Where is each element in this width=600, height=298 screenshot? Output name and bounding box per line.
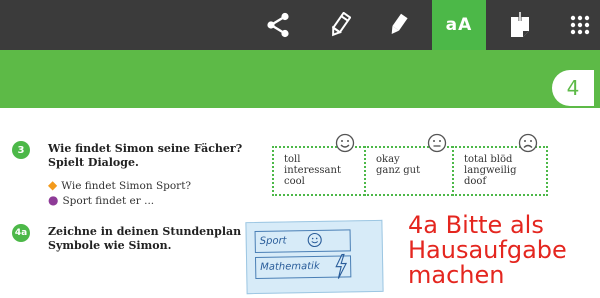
rating-box-positive: toll interessant cool: [272, 146, 368, 196]
homework-note: 4a Bitte als Hausaufgabe machen: [408, 213, 567, 288]
bullet-2: ● Sport findet er ...: [48, 194, 154, 208]
homework-note-line: machen: [408, 261, 505, 289]
sticky-note-icon: [511, 12, 529, 37]
rating-word: interessant: [284, 165, 341, 176]
task-3-text: Wie findet Simon seine Fächer? Spielt Di…: [48, 142, 242, 170]
rating-box-negative: total blöd langweilig doof: [452, 146, 548, 196]
bullet-2-dot-icon: ●: [48, 193, 59, 207]
share-icon: [267, 12, 289, 38]
task-3-line-1: Wie findet Simon seine Fächer?: [48, 142, 243, 155]
marker-button[interactable]: [378, 0, 418, 50]
lightning-symbol-icon: [335, 253, 348, 279]
page-number-badge: 4: [552, 70, 594, 106]
apps-grid-icon: [570, 15, 590, 35]
homework-note-line: 4a Bitte als: [408, 211, 544, 239]
sad-face-icon: [518, 133, 538, 153]
page-header-band: [0, 50, 600, 108]
neutral-face-icon: [427, 133, 447, 153]
apps-grid-button[interactable]: [560, 0, 600, 50]
rating-box-negative-text: total blöd langweilig doof: [464, 154, 516, 187]
rating-word: total blöd: [464, 154, 513, 165]
rating-word: toll: [284, 154, 301, 165]
toolbar: aA: [0, 0, 600, 50]
timetable-subject: Mathematik: [260, 260, 320, 273]
task-4a-number: 4a: [12, 224, 30, 242]
rating-box-neutral-text: okay ganz gut: [376, 154, 420, 176]
rating-word: ganz gut: [376, 165, 421, 176]
rating-word: langweilig: [464, 165, 517, 176]
task-3-line-2: Spielt Dialoge.: [48, 156, 139, 169]
marker-icon: [391, 13, 408, 35]
task-4a-line-2: Symbole wie Simon.: [48, 239, 172, 252]
share-button[interactable]: [256, 0, 300, 50]
rating-word: doof: [464, 176, 487, 187]
timetable-subject: Sport: [259, 235, 287, 247]
task-4a-line-1: Zeichne in deinen Stundenplan: [48, 225, 242, 238]
timetable-row-sport: Sport: [254, 229, 351, 254]
text-size-button[interactable]: aA: [432, 0, 486, 50]
smiley-symbol-icon: [307, 232, 322, 248]
timetable-example: Sport Mathematik: [245, 219, 384, 295]
happy-face-icon: [335, 133, 355, 153]
rating-word: cool: [284, 176, 305, 187]
bullet-2-text: Sport findet er ...: [62, 195, 155, 207]
bullet-1-text: Wie findet Simon Sport?: [61, 180, 192, 192]
bullet-1-dot-icon: ◆: [48, 178, 58, 192]
bullet-1: ◆ Wie findet Simon Sport?: [48, 179, 191, 193]
rating-word: okay: [376, 154, 400, 165]
homework-note-line: Hausaufgabe: [408, 236, 567, 264]
text-size-icon: aA: [445, 15, 473, 35]
rating-box-positive-text: toll interessant cool: [284, 154, 341, 187]
rating-box-neutral: okay ganz gut: [364, 146, 456, 196]
pencil-icon: [331, 12, 351, 37]
task-4a-text: Zeichne in deinen Stundenplan Symbole wi…: [48, 225, 241, 253]
sticky-note-button[interactable]: [500, 0, 540, 50]
page-number: 4: [566, 76, 580, 100]
pencil-button[interactable]: [320, 0, 360, 50]
task-3-number: 3: [12, 141, 30, 159]
